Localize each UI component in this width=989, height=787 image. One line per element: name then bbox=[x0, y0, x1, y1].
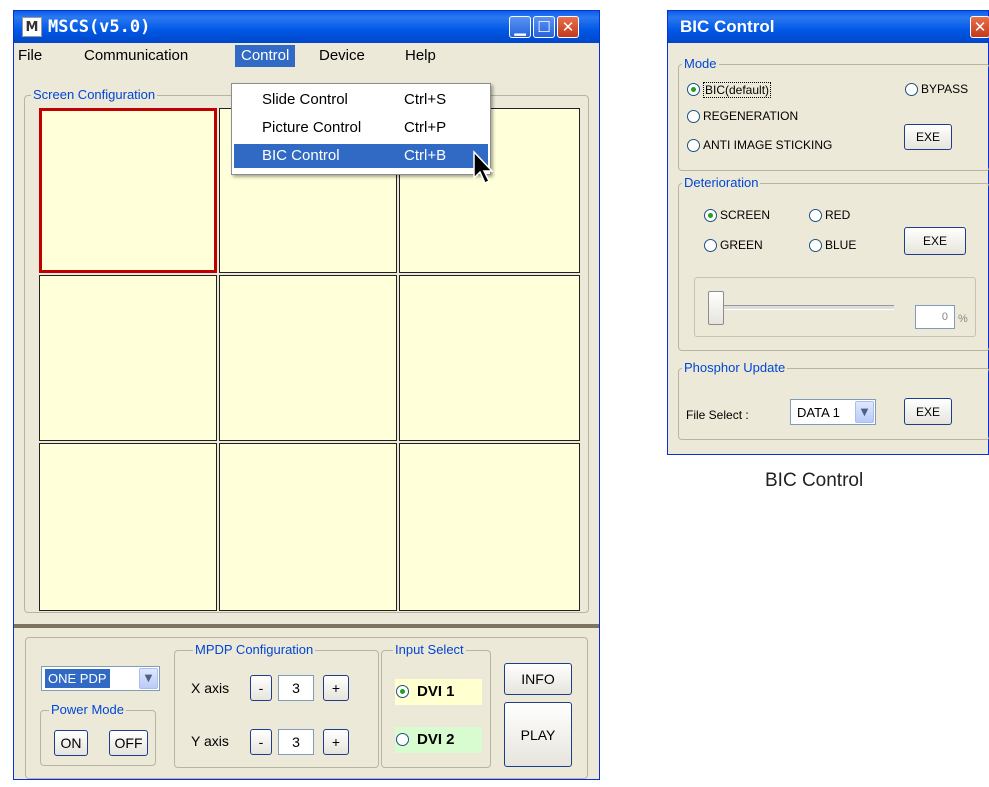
menu-communication[interactable]: Communication bbox=[78, 45, 194, 67]
y-axis-label: Y axis bbox=[191, 733, 229, 749]
mode-regeneration-radio[interactable] bbox=[687, 110, 700, 123]
mpdp-configuration-label: MPDP Configuration bbox=[193, 642, 316, 657]
file-select-value: DATA 1 bbox=[797, 404, 840, 420]
x-axis-field[interactable]: 3 bbox=[278, 675, 314, 701]
bic-control-label: BIC Control bbox=[262, 147, 340, 164]
det-red-label: RED bbox=[825, 208, 851, 222]
screen-cell-2-1[interactable] bbox=[39, 275, 217, 441]
screen-cell-3-2[interactable] bbox=[219, 443, 397, 611]
y-axis-field[interactable]: 3 bbox=[278, 729, 314, 755]
chevron-down-icon[interactable]: ▼ bbox=[139, 668, 158, 689]
chevron-down-icon[interactable]: ▼ bbox=[855, 401, 874, 423]
percent-label: % bbox=[958, 313, 968, 325]
mode-anti-image-sticking-radio[interactable] bbox=[687, 139, 700, 152]
y-axis-increment-button[interactable]: + bbox=[323, 729, 349, 755]
menu-item-bic-control[interactable]: BIC Control Ctrl+B bbox=[234, 144, 488, 168]
bic-control-window: BIC Control ✕ Mode BIC(default) BYPASS R… bbox=[667, 10, 989, 455]
det-green-label: GREEN bbox=[720, 238, 763, 252]
mode-regeneration-label: REGENERATION bbox=[703, 109, 799, 123]
deterioration-label: Deterioration bbox=[682, 175, 761, 190]
deterioration-slider-handle[interactable] bbox=[708, 291, 724, 325]
menu-item-picture-control[interactable]: Picture Control Ctrl+P bbox=[234, 116, 488, 140]
screen-cell-1-1[interactable] bbox=[39, 108, 217, 273]
close-button[interactable]: ✕ bbox=[557, 16, 579, 38]
maximize-button[interactable]: ☐ bbox=[533, 16, 555, 38]
close-icon: ✕ bbox=[561, 18, 575, 36]
dvi1-option[interactable]: DVI 1 bbox=[395, 679, 482, 705]
file-select-label: File Select : bbox=[686, 408, 749, 422]
mode-bic-label: BIC(default) bbox=[703, 82, 772, 98]
phosphor-exe-button[interactable]: EXE bbox=[904, 398, 952, 425]
file-select-dropdown[interactable]: DATA 1 ▼ bbox=[790, 399, 876, 425]
menu-help[interactable]: Help bbox=[399, 45, 442, 67]
input-select-label: Input Select bbox=[393, 642, 466, 657]
mode-anti-image-sticking-label: ANTI IMAGE STICKING bbox=[703, 138, 833, 152]
det-blue-radio[interactable] bbox=[809, 239, 822, 252]
mode-label: Mode bbox=[682, 56, 719, 71]
picture-control-label: Picture Control bbox=[262, 119, 362, 136]
panel-separator bbox=[14, 624, 599, 628]
pdp-select[interactable]: ONE PDP ▼ bbox=[41, 666, 160, 691]
mode-bypass-label: BYPASS bbox=[921, 82, 969, 96]
slide-control-label: Slide Control bbox=[262, 91, 348, 108]
main-window-title: MSCS(v5.0) bbox=[48, 17, 151, 37]
x-axis-increment-button[interactable]: + bbox=[323, 675, 349, 701]
det-screen-label: SCREEN bbox=[720, 208, 771, 222]
mode-bic-radio[interactable] bbox=[687, 83, 700, 96]
bic-title-bar[interactable]: BIC Control ✕ bbox=[668, 11, 989, 43]
power-off-button[interactable]: OFF bbox=[109, 730, 148, 756]
play-button[interactable]: PLAY bbox=[504, 702, 572, 767]
screen-cell-2-3[interactable] bbox=[399, 275, 580, 441]
bic-control-caption: BIC Control bbox=[765, 470, 864, 491]
menu-file[interactable]: File bbox=[12, 45, 48, 67]
minimize-icon: ▁ bbox=[514, 18, 526, 36]
deterioration-slider-track[interactable] bbox=[708, 305, 894, 310]
bic-window-title: BIC Control bbox=[680, 17, 775, 36]
mouse-cursor-icon bbox=[473, 150, 494, 185]
control-dropdown-menu: Slide Control Ctrl+S Picture Control Ctr… bbox=[231, 83, 491, 175]
dvi1-label: DVI 1 bbox=[417, 683, 455, 700]
menu-bar: File Communication Control Device Help bbox=[14, 43, 599, 69]
dvi2-option[interactable]: DVI 2 bbox=[395, 727, 482, 753]
y-axis-decrement-button[interactable]: - bbox=[250, 729, 272, 755]
x-axis-decrement-button[interactable]: - bbox=[250, 675, 272, 701]
deterioration-exe-button[interactable]: EXE bbox=[904, 227, 966, 255]
det-green-radio[interactable] bbox=[704, 239, 717, 252]
screen-cell-2-2[interactable] bbox=[219, 275, 397, 441]
main-title-bar[interactable]: M MSCS(v5.0) ▁ ☐ ✕ bbox=[14, 11, 599, 43]
dvi2-label: DVI 2 bbox=[417, 731, 455, 748]
dvi2-radio[interactable] bbox=[396, 733, 409, 746]
screen-cell-3-1[interactable] bbox=[39, 443, 217, 611]
power-mode-label: Power Mode bbox=[49, 702, 126, 717]
maximize-icon: ☐ bbox=[537, 18, 551, 36]
phosphor-update-label: Phosphor Update bbox=[682, 360, 788, 375]
menu-item-slide-control[interactable]: Slide Control Ctrl+S bbox=[234, 88, 488, 112]
deterioration-value-field[interactable]: 0 bbox=[915, 305, 955, 329]
mode-exe-button[interactable]: EXE bbox=[904, 124, 952, 150]
info-button[interactable]: INFO bbox=[504, 663, 572, 695]
screen-configuration-label: Screen Configuration bbox=[31, 87, 158, 102]
menu-control[interactable]: Control bbox=[235, 45, 296, 67]
bic-close-button[interactable]: ✕ bbox=[970, 16, 989, 38]
app-icon: M bbox=[22, 17, 42, 37]
pdp-select-value: ONE PDP bbox=[45, 669, 110, 688]
det-screen-radio[interactable] bbox=[704, 209, 717, 222]
slide-control-shortcut: Ctrl+S bbox=[404, 91, 447, 108]
bic-control-shortcut: Ctrl+B bbox=[404, 147, 447, 164]
dvi1-radio[interactable] bbox=[396, 685, 409, 698]
minimize-button[interactable]: ▁ bbox=[509, 16, 531, 38]
x-axis-label: X axis bbox=[191, 680, 230, 696]
det-blue-label: BLUE bbox=[825, 238, 857, 252]
det-red-radio[interactable] bbox=[809, 209, 822, 222]
menu-device[interactable]: Device bbox=[313, 45, 371, 67]
close-icon: ✕ bbox=[973, 18, 987, 36]
mode-bypass-radio[interactable] bbox=[905, 83, 918, 96]
power-on-button[interactable]: ON bbox=[54, 730, 88, 756]
picture-control-shortcut: Ctrl+P bbox=[404, 119, 447, 136]
screen-cell-3-3[interactable] bbox=[399, 443, 580, 611]
